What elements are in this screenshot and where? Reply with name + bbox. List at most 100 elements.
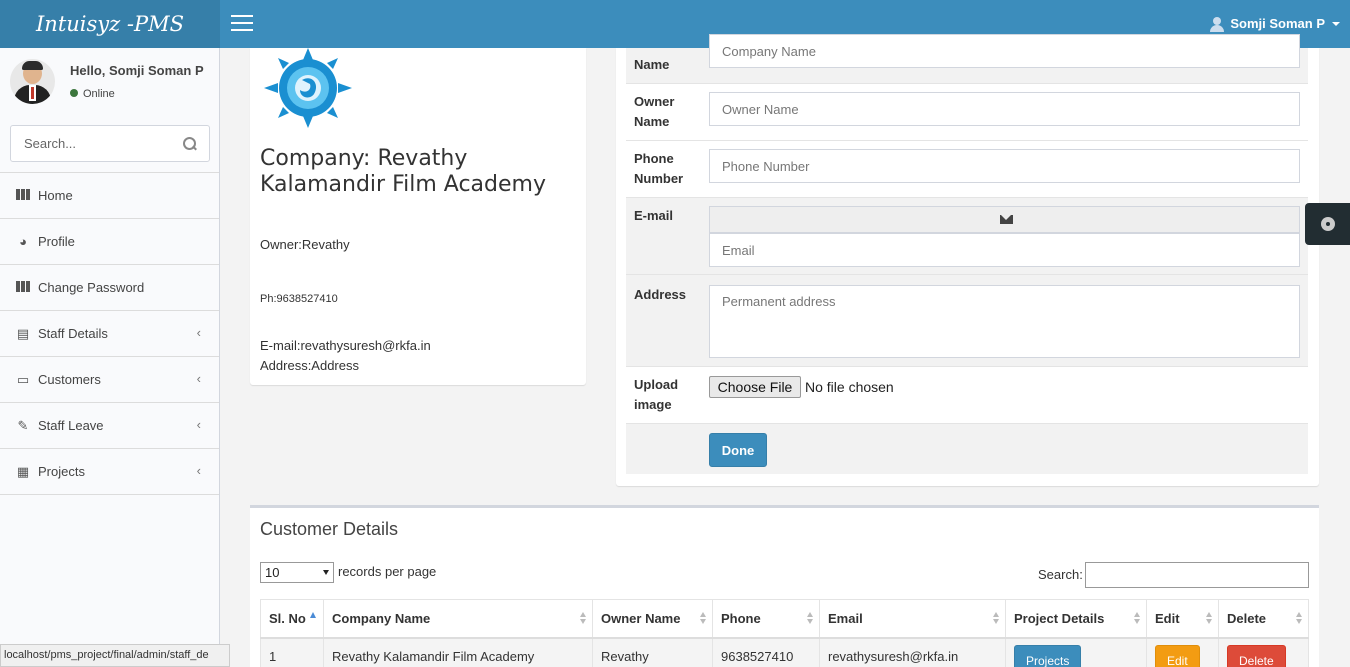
caret-down-icon — [1332, 22, 1340, 26]
file-status: No file chosen — [805, 379, 894, 395]
owner-name-label: Owner Name — [634, 94, 675, 129]
cell-project-details: Projects — [1005, 637, 1147, 667]
done-button[interactable]: Done — [709, 433, 767, 467]
submit-row: Done — [626, 424, 1308, 474]
sidebar-item-label: Staff Leave — [38, 418, 104, 433]
sidebar-item-home[interactable]: Home — [0, 173, 219, 219]
column-header-project-details[interactable]: Project Details — [1005, 599, 1147, 639]
email-info: E-mail:revathysuresh@rkfa.in — [260, 338, 431, 353]
customer-details-card: Customer Details 10 records per page Sea… — [250, 505, 1319, 667]
sidebar-item-label: Projects — [38, 464, 85, 479]
search-icon[interactable] — [183, 137, 197, 151]
cell-phone: 9638527410 — [712, 637, 820, 667]
sidebar-item-label: Staff Details — [38, 326, 108, 341]
sort-icon — [1206, 612, 1213, 625]
address-info: Address:Address — [260, 358, 359, 373]
cell-owner-name: Revathy — [592, 637, 713, 667]
page-length-value: 10 — [265, 565, 280, 580]
dashboard-icon: ◕ — [19, 234, 27, 249]
column-header-phone[interactable]: Phone — [712, 599, 820, 639]
column-header-owner-name[interactable]: Owner Name — [592, 599, 713, 639]
table-icon: ▦ — [16, 463, 30, 479]
sort-icon — [993, 612, 1000, 625]
upload-label: Upload image — [634, 377, 679, 412]
app-logo[interactable]: Intuisyz -PMS — [0, 0, 220, 48]
sort-icon — [1134, 612, 1141, 625]
cell-email: revathysuresh@rkfa.in — [819, 637, 1006, 667]
table-search-input[interactable] — [1085, 562, 1309, 588]
page-length-select[interactable]: 10 — [260, 562, 334, 583]
control-sidebar-toggle[interactable] — [1305, 203, 1350, 245]
sidebar-item-label: Profile — [38, 234, 75, 249]
company-name-input[interactable] — [709, 34, 1300, 68]
company-logo — [264, 48, 352, 128]
avatar — [10, 59, 55, 104]
email-addon — [709, 206, 1300, 233]
page-length-label: records per page — [338, 564, 437, 579]
company-name-label: Name — [634, 57, 670, 72]
column-header-delete[interactable]: Delete — [1218, 599, 1309, 639]
sort-icon — [1296, 612, 1303, 625]
email-input[interactable] — [709, 233, 1300, 267]
company-title: Company: Revathy Kalamandir Film Academy — [260, 146, 546, 197]
sidebar-item-projects[interactable]: ▦ Projects ‹ — [0, 449, 219, 495]
sort-icon — [580, 612, 587, 625]
company-profile-card: Company: Revathy Kalamandir Film Academy… — [250, 48, 586, 385]
cell-edit: Edit — [1146, 637, 1219, 667]
email-label: E-mail — [634, 208, 674, 223]
column-header-edit[interactable]: Edit — [1146, 599, 1219, 639]
edit-icon: ✎ — [17, 417, 29, 433]
sidebar-item-customers[interactable]: ▭ Customers ‹ — [0, 357, 219, 403]
browser-status-url: localhost/pms_project/final/admin/staff_… — [0, 644, 230, 667]
cell-delete: Delete — [1218, 637, 1309, 667]
table-row: 1 Revathy Kalamandir Film Academy Revath… — [260, 637, 1309, 667]
sidebar-item-label: Customers — [38, 372, 101, 387]
column-header-company-name[interactable]: Company Name — [323, 599, 593, 639]
owner-name-row: Owner Name — [626, 84, 1308, 141]
online-dot-icon — [70, 89, 78, 97]
chevron-left-icon: ‹ — [196, 417, 201, 432]
chevron-left-icon: ‹ — [196, 463, 201, 478]
company-name-row: Name — [626, 34, 1308, 84]
column-header-email[interactable]: Email — [819, 599, 1006, 639]
column-header-sl-no[interactable]: Sl. No — [260, 599, 324, 639]
owner-name-input[interactable] — [709, 92, 1300, 126]
grid-icon — [15, 280, 31, 295]
delete-button[interactable]: Delete — [1227, 644, 1286, 667]
sidebar-item-staff-leave[interactable]: ✎ Staff Leave ‹ — [0, 403, 219, 449]
projects-button[interactable]: Projects — [1014, 644, 1082, 667]
sidebar-item-staff-details[interactable]: ▤ Staff Details ‹ — [0, 311, 219, 357]
phone-input[interactable] — [709, 149, 1300, 183]
sidebar-item-profile[interactable]: ◕ Profile — [0, 219, 219, 265]
phone-row: Phone Number — [626, 141, 1308, 198]
envelope-icon — [1000, 215, 1013, 224]
address-textarea[interactable] — [709, 285, 1300, 358]
grid-icon — [15, 188, 31, 203]
cell-company-name: Revathy Kalamandir Film Academy — [323, 637, 593, 667]
sidebar-toggle-icon[interactable] — [231, 15, 253, 31]
phone-info: Ph:9638527410 — [260, 293, 338, 305]
phone-label: Phone Number — [634, 151, 684, 186]
bar-chart-icon: ▤ — [16, 325, 30, 341]
sort-icon — [807, 612, 814, 625]
main-content: Company: Revathy Kalamandir Film Academy… — [220, 34, 1350, 667]
customer-details-title: Customer Details — [260, 519, 399, 539]
gear-icon — [1321, 217, 1335, 231]
sidebar-item-change-password[interactable]: Change Password — [0, 265, 219, 311]
user-greeting: Hello, Somji Soman P — [70, 63, 204, 78]
online-status-label: Online — [83, 88, 115, 100]
cell-sl-no: 1 — [260, 637, 324, 667]
sidebar-item-label: Home — [38, 188, 73, 203]
chevron-left-icon: ‹ — [196, 371, 201, 386]
select-arrow-icon — [323, 570, 329, 575]
sort-icon — [700, 612, 707, 625]
user-panel: Hello, Somji Soman P Online — [0, 48, 219, 114]
address-label: Address — [634, 287, 687, 302]
online-status: Online — [70, 88, 115, 100]
user-icon — [1210, 16, 1225, 32]
sidebar-search-input[interactable] — [11, 126, 171, 161]
edit-button[interactable]: Edit — [1155, 644, 1200, 667]
sidebar-item-label: Change Password — [38, 280, 145, 295]
choose-file-button[interactable]: Choose File — [709, 376, 801, 398]
owner-info: Owner:Revathy — [260, 237, 350, 252]
